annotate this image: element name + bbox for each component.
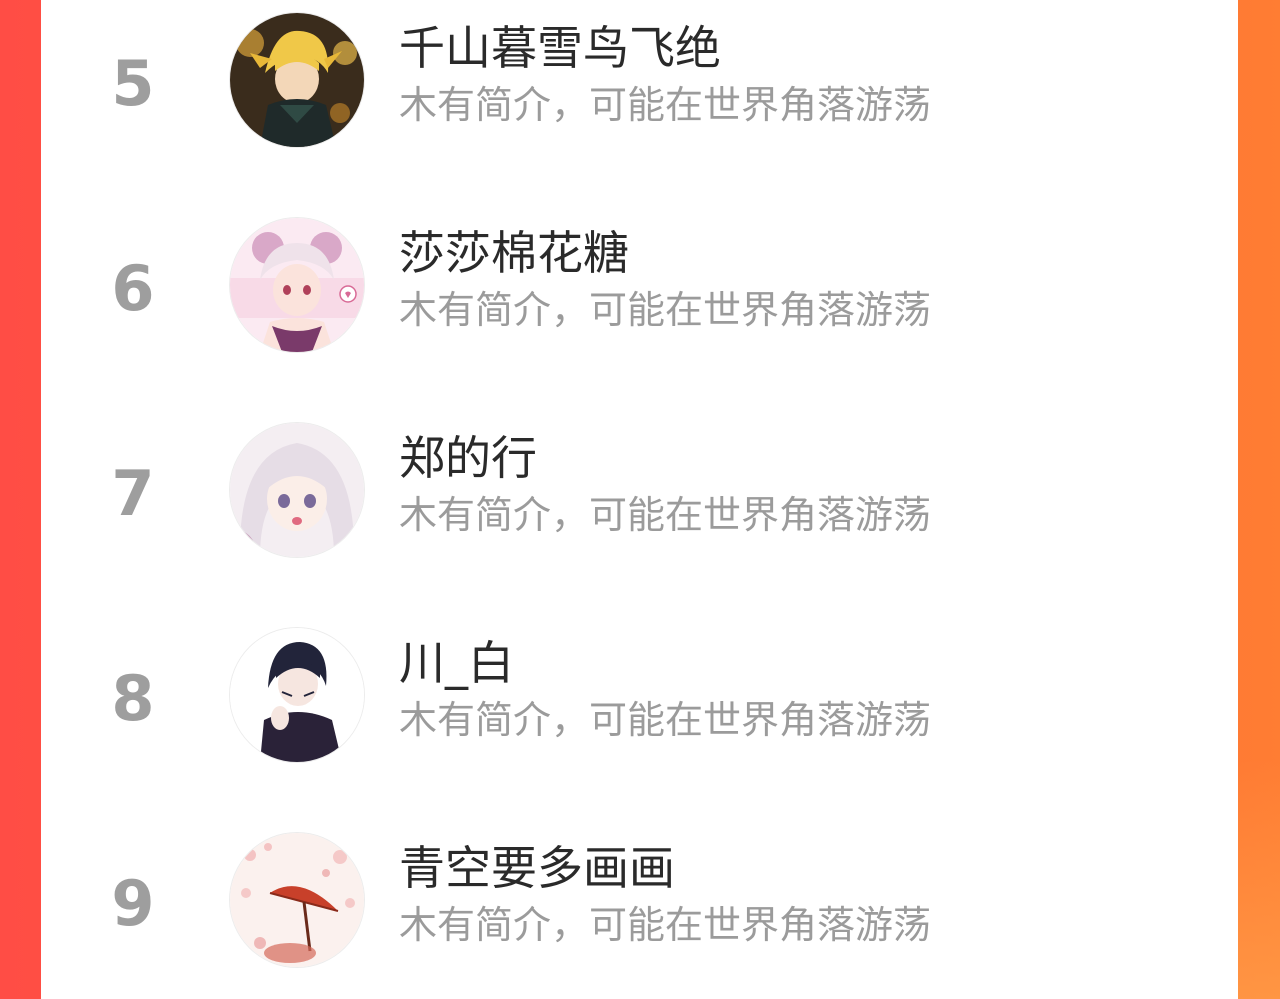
user-avatar[interactable] <box>230 628 364 762</box>
user-avatar[interactable] <box>230 13 364 147</box>
user-avatar[interactable] <box>230 423 364 557</box>
user-intro: 木有简介，可能在世界角落游荡 <box>399 288 932 332</box>
user-avatar[interactable] <box>230 833 364 967</box>
user-intro: 木有简介，可能在世界角落游荡 <box>399 903 932 947</box>
rank-number: 6 <box>111 252 155 325</box>
ranking-row[interactable]: 9 青空要多画画 木有简介，可能在世界角落游荡 <box>41 820 1238 970</box>
user-intro: 木有简介，可能在世界角落游荡 <box>399 493 932 537</box>
ranking-row[interactable]: 6 莎莎棉花糖 木有简介，可能在世界角落游荡 <box>41 205 1238 355</box>
avatar-pink-twin-buns-girl-icon <box>230 218 364 352</box>
rank-number: 7 <box>111 457 155 530</box>
user-name: 川_白 <box>399 636 514 690</box>
ranking-row[interactable]: 8 川_白 木有简介，可能在世界角落游荡 <box>41 615 1238 765</box>
ranking-page: 5 千山暮雪鸟飞绝 木有简介，可能在世界角落游荡 6 莎莎棉花糖 木有简介，可能… <box>0 0 1280 999</box>
user-intro: 木有简介，可能在世界角落游荡 <box>399 698 932 742</box>
avatar-silver-hair-girl-icon <box>230 423 364 557</box>
user-name: 千山暮雪鸟飞绝 <box>399 21 721 75</box>
rank-number: 9 <box>111 867 155 940</box>
ranking-row[interactable]: 7 郑的行 木有简介，可能在世界角落游荡 <box>41 410 1238 560</box>
avatar-red-umbrella-blossoms-icon <box>230 833 364 967</box>
user-intro: 木有简介，可能在世界角落游荡 <box>399 83 932 127</box>
user-name: 郑的行 <box>399 431 537 485</box>
rank-number: 8 <box>111 662 155 735</box>
ranking-row[interactable]: 5 千山暮雪鸟飞绝 木有简介，可能在世界角落游荡 <box>41 0 1238 150</box>
avatar-blonde-warrior-icon <box>230 13 364 147</box>
avatar-dark-hair-boy-icon <box>230 628 364 762</box>
user-name: 莎莎棉花糖 <box>399 226 629 280</box>
user-name: 青空要多画画 <box>399 841 675 895</box>
user-avatar[interactable] <box>230 218 364 352</box>
ranking-list-card: 5 千山暮雪鸟飞绝 木有简介，可能在世界角落游荡 6 莎莎棉花糖 木有简介，可能… <box>41 0 1238 999</box>
rank-number: 5 <box>111 47 155 120</box>
